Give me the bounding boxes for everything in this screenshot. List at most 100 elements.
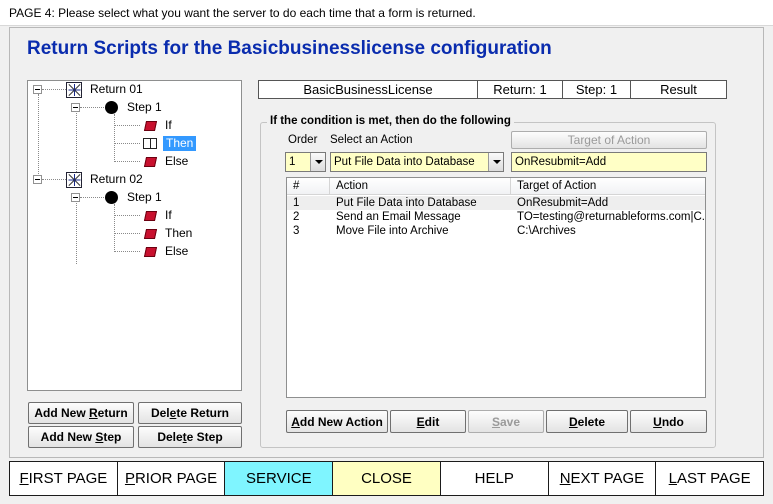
page-title: Return Scripts for the Basicbusinesslice…: [27, 38, 552, 59]
row-target: TO=testing@returnableforms.com|C...: [517, 211, 705, 223]
tree-connector: [114, 204, 115, 252]
close-button[interactable]: CLOSE: [332, 461, 441, 496]
collapse-toggle-return2[interactable]: [33, 175, 42, 184]
result-label: Result: [630, 80, 727, 99]
red-book-icon: [143, 120, 158, 131]
tree-node-label: Return 01: [90, 82, 143, 96]
row-number: 3: [293, 225, 300, 237]
delete-return-button[interactable]: Delete Return: [138, 402, 242, 424]
delete-button[interactable]: Delete: [546, 410, 628, 433]
tree-node-label: Else: [165, 154, 189, 168]
tree-connector: [80, 197, 104, 198]
tree-node-else2[interactable]: Else: [143, 243, 191, 260]
tree-connector: [42, 179, 66, 180]
tree-node-else1[interactable]: Else: [143, 153, 191, 170]
step-number: Step: 1: [562, 80, 631, 99]
step-icon: [105, 101, 118, 114]
tree-node-then1[interactable]: Then: [143, 135, 197, 152]
tree-connector: [38, 94, 39, 184]
tree-connector: [80, 107, 104, 108]
table-row[interactable]: 2 Send an Email Message TO=testing@retur…: [287, 210, 705, 224]
order-select-value: 1: [289, 156, 296, 168]
context-info-bar: BasicBusinessLicense Return: 1 Step: 1 R…: [258, 80, 727, 99]
row-action: Put File Data into Database: [336, 197, 477, 209]
config-name: BasicBusinessLicense: [258, 80, 478, 99]
tree-connector: [114, 161, 140, 162]
red-book-icon: [143, 228, 158, 239]
window-title: PAGE 4: Please select what you want the …: [9, 6, 476, 20]
order-label: Order: [288, 134, 318, 146]
target-of-action-button[interactable]: Target of Action: [511, 131, 707, 149]
column-header-target[interactable]: Target of Action: [511, 178, 705, 195]
bottom-navigation: FIRST PAGE PRIOR PAGE SERVICE CLOSE HELP…: [9, 461, 765, 496]
help-button[interactable]: HELP: [439, 461, 549, 496]
tree-connector: [76, 200, 77, 264]
tree-node-label: Then: [165, 226, 193, 240]
open-book-icon: [143, 138, 157, 149]
first-page-button[interactable]: FIRST PAGE: [9, 461, 118, 496]
table-row[interactable]: 1 Put File Data into Database OnResubmit…: [287, 196, 705, 210]
select-action-label: Select an Action: [330, 134, 413, 146]
tree-node-return1[interactable]: Return 01: [66, 81, 146, 98]
collapse-toggle-step1b[interactable]: [71, 193, 80, 202]
tree-node-label: If: [165, 118, 172, 132]
action-select-value: Put File Data into Database: [334, 156, 475, 168]
tree-connector: [114, 233, 140, 234]
tree-connector: [42, 89, 66, 90]
row-number: 1: [293, 197, 300, 209]
collapse-toggle-return1[interactable]: [33, 85, 42, 94]
tree-connector: [114, 215, 140, 216]
collapse-toggle-step1a[interactable]: [71, 103, 80, 112]
tree-node-return2[interactable]: Return 02: [66, 171, 146, 188]
action-select[interactable]: Put File Data into Database: [330, 152, 504, 172]
return-number: Return: 1: [477, 80, 563, 99]
service-button[interactable]: SERVICE: [224, 461, 334, 496]
group-legend: If the condition is met, then do the fol…: [267, 115, 514, 127]
tree-node-label: If: [165, 208, 172, 222]
tree-node-label: Else: [165, 244, 189, 258]
tree-node-label: Then: [163, 136, 197, 151]
tree-node-if2[interactable]: If: [143, 207, 175, 224]
step-icon: [105, 191, 118, 204]
tree-node-then2[interactable]: Then: [143, 225, 195, 242]
save-button[interactable]: Save: [468, 410, 544, 433]
target-of-action-field[interactable]: OnResubmit=Add: [511, 152, 707, 172]
tree-node-step1b[interactable]: Step 1: [105, 189, 165, 206]
return-icon: [66, 171, 82, 188]
table-row[interactable]: 3 Move File into Archive C:\Archives: [287, 224, 705, 238]
tree-node-label: Return 02: [90, 172, 143, 186]
edit-button[interactable]: Edit: [390, 410, 466, 433]
tree-connector: [76, 110, 77, 174]
script-tree[interactable]: Return 01 Step 1 If Then Else Return 02 …: [27, 80, 242, 391]
tree-connector: [114, 125, 140, 126]
last-page-button[interactable]: LAST PAGE: [655, 461, 765, 496]
red-book-icon: [143, 156, 158, 167]
tree-connector: [114, 114, 115, 162]
tree-node-if1[interactable]: If: [143, 117, 175, 134]
column-header-number[interactable]: #: [287, 178, 330, 195]
row-action: Send an Email Message: [336, 211, 461, 223]
row-number: 2: [293, 211, 300, 223]
red-book-icon: [143, 210, 158, 221]
list-header: # Action Target of Action: [287, 178, 705, 195]
tree-node-step1a[interactable]: Step 1: [105, 99, 165, 116]
chevron-down-icon[interactable]: [310, 153, 325, 171]
delete-step-button[interactable]: Delete Step: [138, 426, 242, 448]
row-target: OnResubmit=Add: [517, 197, 609, 209]
tree-connector: [114, 251, 140, 252]
prior-page-button[interactable]: PRIOR PAGE: [116, 461, 226, 496]
next-page-button[interactable]: NEXT PAGE: [547, 461, 657, 496]
row-target: C:\Archives: [517, 225, 576, 237]
add-new-step-button[interactable]: Add New Step: [28, 426, 134, 448]
undo-button[interactable]: Undo: [630, 410, 707, 433]
order-select[interactable]: 1: [285, 152, 326, 172]
return-icon: [66, 81, 82, 98]
tree-node-label: Step 1: [127, 100, 162, 114]
action-list[interactable]: # Action Target of Action 1 Put File Dat…: [286, 177, 706, 398]
add-new-return-button[interactable]: Add New Return: [28, 402, 134, 424]
chevron-down-icon[interactable]: [488, 153, 503, 171]
target-field-value: OnResubmit=Add: [515, 156, 607, 168]
column-header-action[interactable]: Action: [330, 178, 511, 195]
add-new-action-button[interactable]: Add New Action: [286, 410, 388, 433]
window-title-bar: PAGE 4: Please select what you want the …: [0, 0, 773, 26]
